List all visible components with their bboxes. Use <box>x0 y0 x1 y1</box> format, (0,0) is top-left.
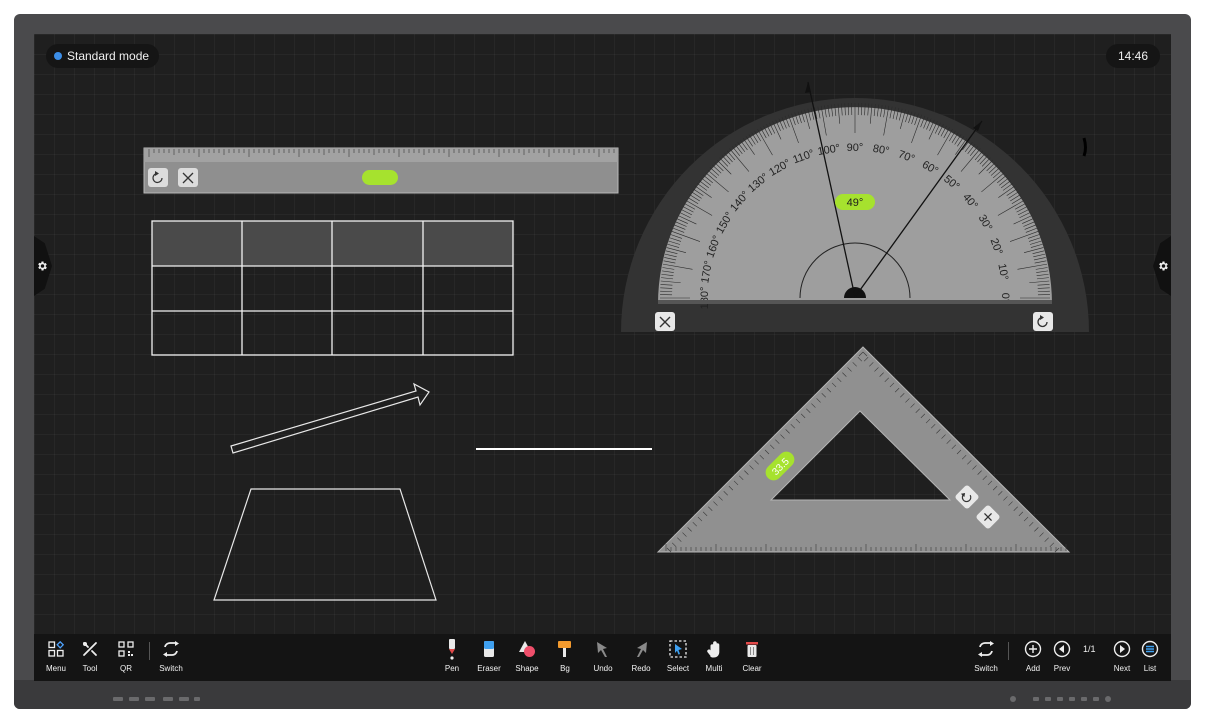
select-icon <box>667 638 689 660</box>
switch-button-left[interactable]: Switch <box>154 638 188 678</box>
shape-label: Shape <box>515 664 539 673</box>
pen-icon <box>441 638 463 660</box>
clock: 14:46 <box>1106 44 1160 68</box>
qr-label: QR <box>120 664 132 673</box>
clock-time: 14:46 <box>1117 49 1149 63</box>
redo-icon <box>630 638 652 660</box>
pen-label: Pen <box>444 664 460 673</box>
menu-button[interactable]: Menu <box>39 638 73 678</box>
shape-icon <box>516 638 538 660</box>
drawn-arrow[interactable] <box>230 382 430 454</box>
eraser-icon <box>478 638 500 660</box>
qr-button[interactable]: QR <box>109 638 143 678</box>
menu-label: Menu <box>45 664 66 673</box>
list-icon <box>1139 638 1161 660</box>
gear-icon <box>1159 261 1168 271</box>
set-square-tool[interactable]: 33.5 <box>656 346 1071 553</box>
add-icon <box>1022 638 1044 660</box>
undo-button[interactable]: Undo <box>586 638 620 678</box>
protractor-angle-label: 49° <box>847 197 864 209</box>
bg-button[interactable]: Bg <box>548 638 582 678</box>
display-bottom-bezel <box>14 680 1191 709</box>
undo-label: Undo <box>593 664 613 673</box>
bg-icon <box>554 638 576 660</box>
prev-icon <box>1051 638 1073 660</box>
toolbar-divider <box>1008 642 1009 660</box>
toolbar-divider <box>149 642 150 660</box>
drawn-table[interactable] <box>151 220 514 356</box>
mode-label: Standard mode <box>67 49 150 63</box>
eraser-button[interactable]: Eraser <box>472 638 506 678</box>
redo-label: Redo <box>631 664 651 673</box>
shape-button[interactable]: Shape <box>510 638 544 678</box>
redo-button[interactable]: Redo <box>624 638 658 678</box>
menu-icon <box>45 638 67 660</box>
prev-label: Prev <box>1053 664 1071 673</box>
protractor-tool[interactable]: 180°170°160°150°140°130°120°110° 100° 90° 8… <box>621 81 1089 332</box>
whiteboard-canvas[interactable]: 180°170°160°150°140°130°120°110° 100° 90° 8… <box>34 34 1171 681</box>
bg-label: Bg <box>560 664 570 673</box>
ruler-length-badge[interactable] <box>362 170 398 185</box>
protractor-degree-label: 90° <box>847 142 864 154</box>
switch-button-right[interactable]: Switch <box>969 638 1003 678</box>
switch-icon <box>160 638 182 660</box>
select-label: Select <box>666 664 690 673</box>
ruler-rotate-button[interactable] <box>148 168 168 187</box>
whiteboard-screen[interactable]: 180° 170° 160° 150° 140° 130° 120° 110° 100° 90° 8… <box>34 34 1171 681</box>
pen-button[interactable]: Pen <box>435 638 469 678</box>
page-list-button[interactable]: List <box>1133 638 1167 678</box>
multi-label: Multi <box>705 664 723 673</box>
stray-ink-mark <box>1082 137 1087 157</box>
switch-label: Switch <box>974 664 998 673</box>
drawn-trapezoid[interactable] <box>213 488 437 601</box>
protractor-degree-label: 180° <box>699 287 711 310</box>
tool-button[interactable]: Tool <box>73 638 107 678</box>
clear-button[interactable]: Clear <box>735 638 769 678</box>
gear-icon <box>38 261 47 271</box>
clear-icon <box>741 638 763 660</box>
ruler-tool[interactable] <box>143 147 619 194</box>
prev-page-button[interactable]: Prev <box>1045 638 1079 678</box>
tool-icon <box>79 638 101 660</box>
protractor-close-button[interactable] <box>655 312 675 331</box>
add-label: Add <box>1025 664 1041 673</box>
list-label: List <box>1143 664 1157 673</box>
multi-button[interactable]: Multi <box>697 638 731 678</box>
qr-icon <box>115 638 137 660</box>
page-indicator: 1/1 <box>1083 644 1096 654</box>
switch-icon <box>975 638 997 660</box>
mode-indicator[interactable]: Standard mode <box>46 44 160 68</box>
protractor-rotate-button[interactable] <box>1033 312 1053 331</box>
undo-icon <box>592 638 614 660</box>
ruler-close-button[interactable] <box>178 168 198 187</box>
select-button[interactable]: Select <box>661 638 695 678</box>
next-icon <box>1111 638 1133 660</box>
clear-label: Clear <box>742 664 762 673</box>
multi-icon <box>703 638 725 660</box>
eraser-label: Eraser <box>477 664 501 673</box>
switch-label: Switch <box>159 664 183 673</box>
tool-label: Tool <box>82 664 98 673</box>
front-ports <box>0 696 1206 703</box>
mode-status-dot <box>54 52 62 60</box>
next-label: Next <box>1113 664 1131 673</box>
bottom-toolbar: Menu Tool QR Switch Pen Eraser Shape Bg … <box>34 634 1171 681</box>
